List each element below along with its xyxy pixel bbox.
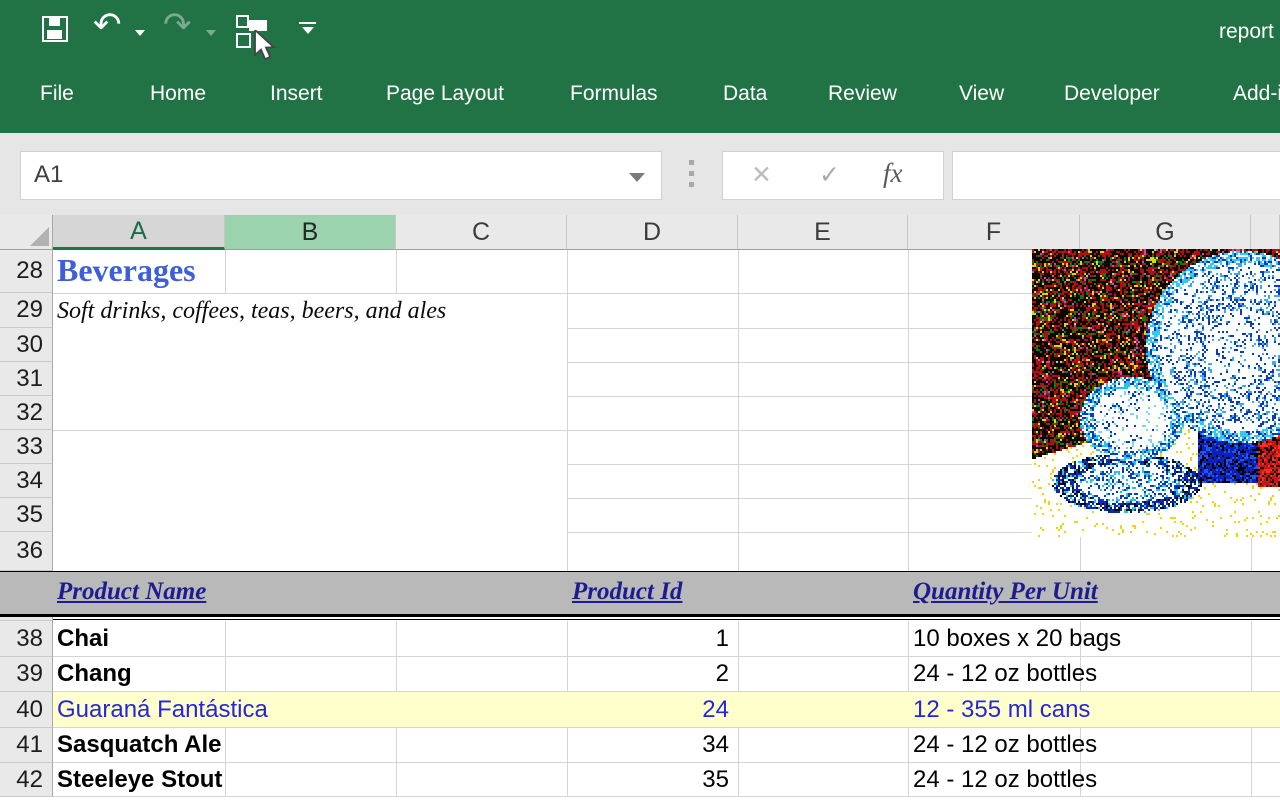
- select-all-button[interactable]: [0, 215, 53, 250]
- column-header-a[interactable]: A: [53, 215, 225, 250]
- quantity-cell[interactable]: 10 boxes x 20 bags: [913, 621, 1121, 656]
- header-product-name[interactable]: Product Name: [57, 578, 206, 606]
- table-row[interactable]: Chai 1 10 boxes x 20 bags: [53, 621, 1280, 657]
- redo-dropdown-icon: [206, 30, 216, 36]
- row-header-36[interactable]: 36: [0, 532, 53, 571]
- product-name-cell[interactable]: Chang: [57, 657, 132, 691]
- gridline: [225, 250, 226, 293]
- row-header-29[interactable]: 29: [0, 293, 53, 328]
- worksheet-grid: A B C D E F G 28 29 30 31 32 33 34 35 36…: [0, 215, 1280, 800]
- formula-input[interactable]: [952, 151, 1280, 200]
- header-product-id[interactable]: Product Id: [572, 578, 682, 606]
- table-row[interactable]: Steeleye Stout 35 24 - 12 oz bottles: [53, 763, 1280, 797]
- table-header-row[interactable]: Product Name Product Id Quantity Per Uni…: [0, 571, 1280, 617]
- tab-data[interactable]: Data: [723, 82, 767, 106]
- category-title-cell[interactable]: Beverages: [57, 252, 196, 289]
- category-picture[interactable]: [1032, 249, 1280, 537]
- formula-buttons: ✕ ✓ fx: [722, 151, 944, 200]
- quantity-cell[interactable]: 24 - 12 oz bottles: [913, 763, 1097, 796]
- row-header-28[interactable]: 28: [0, 250, 53, 293]
- name-box[interactable]: A1: [20, 151, 662, 200]
- save-icon[interactable]: [42, 16, 68, 42]
- row-header-42[interactable]: 42: [0, 763, 53, 797]
- tab-home[interactable]: Home: [150, 82, 206, 106]
- product-id-cell[interactable]: 24: [572, 692, 734, 727]
- enter-icon[interactable]: ✓: [819, 160, 840, 190]
- column-header-b[interactable]: B: [225, 215, 396, 250]
- product-id-cell[interactable]: 35: [572, 763, 734, 796]
- title-bar: ↶ ↷ report File Home Insert Page Layout …: [0, 0, 1280, 133]
- tab-file[interactable]: File: [40, 82, 74, 106]
- row-header-35[interactable]: 35: [0, 498, 53, 532]
- category-description-cell[interactable]: Soft drinks, coffees, teas, beers, and a…: [57, 298, 446, 325]
- row-header-30[interactable]: 30: [0, 328, 53, 362]
- row-header-34[interactable]: 34: [0, 464, 53, 498]
- gridline: [567, 250, 568, 571]
- column-header-f[interactable]: F: [908, 215, 1080, 250]
- product-name-cell[interactable]: Guaraná Fantástica: [57, 692, 268, 727]
- table-row-highlighted[interactable]: Guaraná Fantástica 24 12 - 355 ml cans: [53, 692, 1280, 728]
- tab-insert[interactable]: Insert: [270, 82, 323, 106]
- row-header-32[interactable]: 32: [0, 396, 53, 430]
- row-header-40[interactable]: 40: [0, 692, 53, 728]
- name-box-value: A1: [34, 161, 63, 189]
- tab-formulas[interactable]: Formulas: [570, 82, 658, 106]
- tab-add-ins[interactable]: Add-ins: [1233, 82, 1280, 106]
- formula-bar: A1 ✕ ✓ fx: [0, 133, 1280, 215]
- column-header-d[interactable]: D: [567, 215, 738, 250]
- header-quantity-per-unit[interactable]: Quantity Per Unit: [913, 578, 1098, 606]
- quantity-cell[interactable]: 24 - 12 oz bottles: [913, 728, 1097, 762]
- table-row[interactable]: Sasquatch Ale 34 24 - 12 oz bottles: [53, 728, 1280, 763]
- cancel-icon[interactable]: ✕: [751, 160, 772, 190]
- undo-dropdown-icon[interactable]: [135, 30, 145, 36]
- column-header-g[interactable]: G: [1080, 215, 1251, 250]
- redo-icon: ↷: [163, 8, 192, 42]
- tab-review[interactable]: Review: [828, 82, 897, 106]
- product-name-cell[interactable]: Steeleye Stout: [57, 763, 222, 796]
- product-name-cell[interactable]: Sasquatch Ale: [57, 728, 222, 762]
- column-header-e[interactable]: E: [738, 215, 908, 250]
- gridline: [908, 250, 909, 571]
- column-header-partial[interactable]: [1251, 215, 1280, 250]
- table-header-double-border: [53, 617, 1280, 620]
- gridline: [738, 250, 739, 571]
- insert-function-icon[interactable]: fx: [883, 158, 903, 189]
- tab-view[interactable]: View: [959, 82, 1004, 106]
- document-title: report: [1219, 20, 1274, 44]
- customize-quick-access-icon[interactable]: [299, 22, 316, 34]
- formula-bar-drag-handle[interactable]: [689, 160, 694, 193]
- quantity-cell[interactable]: 12 - 355 ml cans: [913, 692, 1090, 727]
- tab-developer[interactable]: Developer: [1064, 82, 1160, 106]
- product-name-cell[interactable]: Chai: [57, 621, 109, 656]
- chevron-down-icon[interactable]: [629, 173, 645, 182]
- gridline: [396, 250, 397, 293]
- tab-page-layout[interactable]: Page Layout: [386, 82, 504, 106]
- product-id-cell[interactable]: 2: [572, 657, 734, 691]
- row-header-31[interactable]: 31: [0, 362, 53, 396]
- row-header-41[interactable]: 41: [0, 728, 53, 763]
- quantity-cell[interactable]: 24 - 12 oz bottles: [913, 657, 1097, 691]
- table-row[interactable]: Chang 2 24 - 12 oz bottles: [53, 657, 1280, 692]
- product-id-cell[interactable]: 1: [572, 621, 734, 656]
- gridline: [1080, 537, 1081, 571]
- row-header-39[interactable]: 39: [0, 657, 53, 692]
- mouse-cursor: [253, 30, 279, 62]
- product-id-cell[interactable]: 34: [572, 728, 734, 762]
- row-header-33[interactable]: 33: [0, 430, 53, 464]
- column-header-c[interactable]: C: [396, 215, 567, 250]
- undo-icon[interactable]: ↶: [93, 8, 122, 42]
- row-header-38[interactable]: 38: [0, 621, 53, 657]
